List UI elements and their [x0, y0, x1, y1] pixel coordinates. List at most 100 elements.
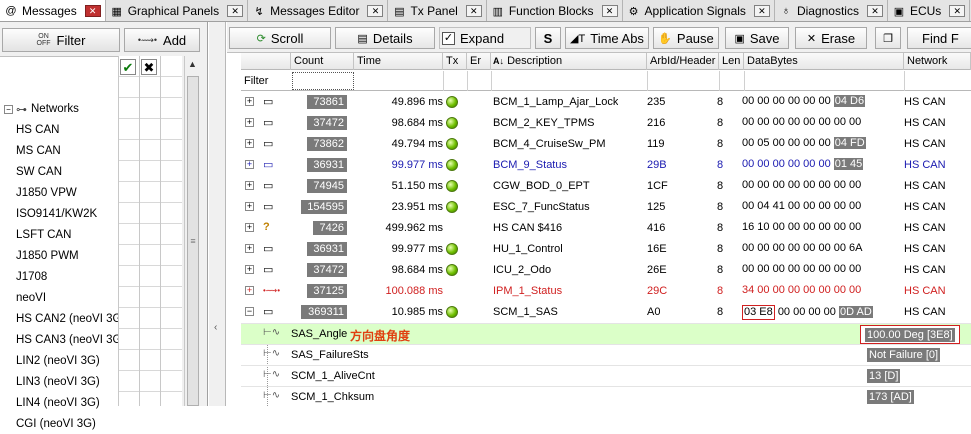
- floppy-icon: ▣: [734, 32, 745, 45]
- status-led-icon: [446, 180, 458, 192]
- pause-button[interactable]: ✋ Pause: [653, 27, 719, 49]
- tree-root-networks[interactable]: − ⊶ Networks: [4, 99, 79, 119]
- signal-row[interactable]: ⊢∿ SAS_FailureSts Not Failure [0]: [241, 344, 971, 365]
- close-icon[interactable]: ✕: [753, 5, 770, 17]
- message-row[interactable]: + ▭ 36931 99.977 ms BCM_9_Status 29B 8 00 00 00…: [241, 155, 971, 176]
- header-er[interactable]: Er: [467, 53, 491, 70]
- message-row[interactable]: + ▭ 73861 49.896 ms BCM_1_Lamp_Ajar_Lock 235 8…: [241, 92, 971, 113]
- close-icon[interactable]: ✕: [465, 5, 482, 17]
- tree-item-network[interactable]: J1850 PWM: [0, 246, 79, 266]
- tree-item-network[interactable]: ISO9141/KW2K: [0, 204, 97, 224]
- tree-item-network[interactable]: LIN3 (neoVI 3G): [0, 372, 100, 392]
- expand-icon[interactable]: +: [245, 286, 254, 295]
- expand-icon[interactable]: +: [245, 181, 254, 190]
- tab-tx-panel[interactable]: ▤ Tx Panel ✕: [388, 0, 487, 21]
- tab-messages-editor[interactable]: ↯ Messages Editor ✕: [248, 0, 389, 21]
- filter-button[interactable]: ON OFF Filter: [2, 28, 120, 52]
- message-row[interactable]: + ▭ 37472 98.684 ms BCM_2_KEY_TPMS 216 8 00 00 …: [241, 113, 971, 134]
- tree-item-network[interactable]: HS CAN: [0, 120, 59, 140]
- message-row[interactable]: + ▭ 37472 98.684 ms ICU_2_Odo 26E 8 00 00 00 00…: [241, 260, 971, 281]
- expand-icon[interactable]: +: [245, 139, 254, 148]
- tree-item-network[interactable]: MS CAN: [0, 141, 61, 161]
- header-databytes[interactable]: DataBytes: [744, 53, 904, 70]
- expand-icon[interactable]: +: [245, 118, 254, 127]
- tree-item-network[interactable]: LIN2 (neoVI 3G): [0, 351, 100, 371]
- header-len[interactable]: Len: [719, 53, 744, 70]
- status-led-icon: [446, 117, 458, 129]
- databytes-checksum: 01 45: [833, 158, 864, 170]
- header-description[interactable]: A↓ Description: [491, 53, 647, 70]
- details-button[interactable]: ▤ Details: [335, 27, 435, 49]
- expand-icon[interactable]: +: [245, 244, 254, 253]
- check-all-icon[interactable]: ✔: [120, 59, 136, 75]
- signal-row[interactable]: ⊢∿ SCM_1_AliveCnt 13 [D]: [241, 365, 971, 386]
- close-icon[interactable]: ✕: [367, 5, 384, 17]
- scrollbar-thumb[interactable]: ≡: [187, 76, 199, 406]
- header-time[interactable]: Time: [354, 53, 443, 70]
- expand-icon[interactable]: +: [245, 97, 254, 106]
- message-row[interactable]: − ▭ 369311 10.985 ms SCM_1_SAS A0 8 03 E8 00 00…: [241, 302, 971, 323]
- expand-icon[interactable]: +: [245, 265, 254, 274]
- find-button[interactable]: Find F: [907, 27, 971, 49]
- expand-checkbox[interactable]: ✓: [442, 31, 455, 45]
- time-cell: 100.088 ms: [385, 285, 443, 297]
- message-row[interactable]: + •⟿• 37125 100.088 ms IPM_1_Status 29C 8 34 00…: [241, 281, 971, 302]
- time-abs-button[interactable]: ◢T Time Abs: [565, 27, 649, 49]
- tree-item-network[interactable]: LSFT CAN: [0, 225, 71, 245]
- tab-graphical-panels[interactable]: ▦ Graphical Panels ✕: [106, 0, 249, 21]
- panel-splitter[interactable]: ‹: [209, 22, 226, 406]
- message-row[interactable]: + ▭ 154595 23.951 ms ESC_7_FuncStatus 125 8 00 …: [241, 197, 971, 218]
- tab-application-signals[interactable]: ⚙ Application Signals ✕: [623, 0, 775, 21]
- tree-item-network[interactable]: neoVI: [0, 288, 46, 308]
- header-tx[interactable]: Tx: [443, 53, 467, 70]
- description-cell: HU_1_Control: [493, 243, 563, 255]
- signal-row[interactable]: ⊢∿ SCM_1_Chksum 173 [AD]: [241, 386, 971, 407]
- message-row[interactable]: + ▭ 36931 99.977 ms HU_1_Control 16E 8 00 00 00…: [241, 239, 971, 260]
- close-icon[interactable]: ✕: [949, 5, 966, 17]
- erase-button[interactable]: ✕ Erase: [795, 27, 867, 49]
- message-row[interactable]: + ▭ 74945 51.150 ms CGW_BOD_0_EPT 1CF 8 00 00 0…: [241, 176, 971, 197]
- expand-icon[interactable]: +: [245, 223, 254, 232]
- tab-diagnostics[interactable]: ♁ Diagnostics ✕: [775, 0, 888, 21]
- signal-row[interactable]: ⊢∿ SAS_Angle 方向盘角度 100.00 Deg [3E8]: [241, 323, 971, 344]
- close-icon[interactable]: ✕: [227, 5, 244, 17]
- close-icon[interactable]: ✕: [866, 5, 883, 17]
- scroll-up-arrow-icon[interactable]: ▲: [188, 59, 197, 69]
- scroll-button[interactable]: ⟳ Scroll: [229, 27, 331, 49]
- tree-item-network[interactable]: CGI (neoVI 3G): [0, 414, 96, 434]
- tree-item-network[interactable]: J1708: [0, 267, 47, 287]
- description-cell: IPM_1_Status: [493, 285, 563, 297]
- tree-scrollbar[interactable]: ▲ ≡: [184, 56, 201, 406]
- collapse-icon[interactable]: −: [245, 307, 254, 316]
- expand-icon[interactable]: +: [245, 160, 254, 169]
- message-row[interactable]: +? 7426 499.962 ms HS CAN $416 416 8 16 10 00 …: [241, 218, 971, 239]
- close-icon[interactable]: ✕: [84, 5, 101, 17]
- header-count[interactable]: Count: [291, 53, 354, 70]
- time-cell: 10.985 ms: [391, 306, 443, 318]
- expand-toggle[interactable]: ✓ Expand: [439, 27, 531, 49]
- tree-item-network[interactable]: LIN4 (neoVI 3G): [0, 393, 100, 413]
- tree-item-network[interactable]: HS CAN3 (neoVI 3G): [0, 330, 125, 350]
- add-button[interactable]: •⟿• Add: [124, 28, 200, 52]
- expand-icon[interactable]: +: [245, 202, 254, 211]
- s-button[interactable]: S: [535, 27, 561, 49]
- tree-item-network[interactable]: J1850 VPW: [0, 183, 77, 203]
- arbid-cell: 26E: [647, 264, 667, 276]
- status-led-icon: [446, 201, 458, 213]
- uncheck-all-icon[interactable]: ✖: [141, 59, 157, 75]
- save-button[interactable]: ▣ Save: [725, 27, 789, 49]
- tree-item-network[interactable]: HS CAN2 (neoVI 3G): [0, 309, 125, 329]
- copy-button[interactable]: ❐: [875, 27, 901, 49]
- tab-ecus[interactable]: ▣ ECUs ✕: [888, 0, 971, 21]
- header-arbid[interactable]: ArbId/Header: [647, 53, 719, 70]
- close-icon[interactable]: ✕: [601, 5, 618, 17]
- tab-function-blocks[interactable]: ▥ Function Blocks ✕: [487, 0, 623, 21]
- collapse-left-icon[interactable]: ‹: [214, 322, 217, 333]
- message-row[interactable]: + ▭ 73862 49.794 ms BCM_4_CruiseSw_PM 119 8 00 …: [241, 134, 971, 155]
- collapse-icon[interactable]: −: [4, 104, 13, 114]
- tab-messages[interactable]: @ Messages ✕: [0, 0, 106, 21]
- details-icon: ▤: [357, 32, 368, 45]
- count-filter-input[interactable]: [292, 72, 354, 90]
- tree-item-network[interactable]: SW CAN: [0, 162, 62, 182]
- header-network[interactable]: Network: [904, 53, 971, 70]
